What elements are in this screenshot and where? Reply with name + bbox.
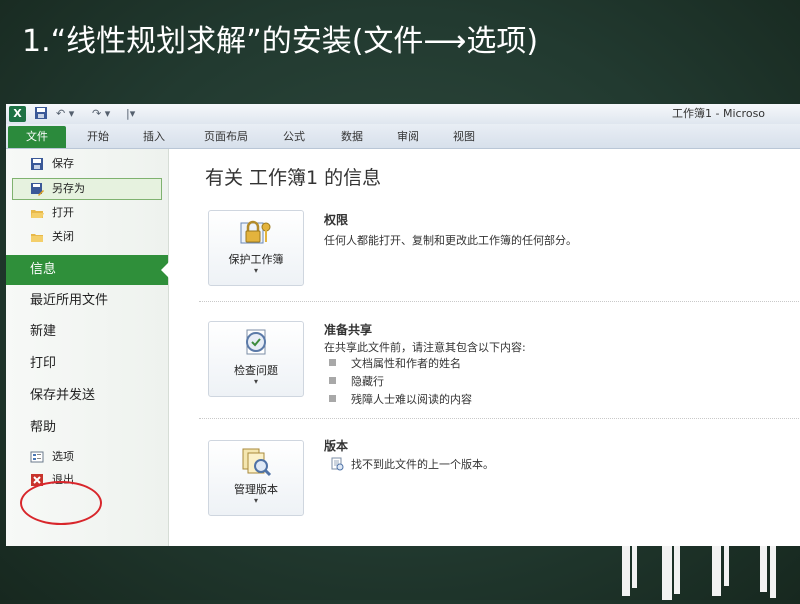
sidebar-item-label: 最近所用文件: [30, 293, 109, 308]
bullet-icon: [329, 359, 336, 366]
sidebar-item-label: 新建: [30, 324, 57, 339]
manage-versions-button[interactable]: 管理版本 ▾: [208, 440, 304, 516]
sidebar-item-recent[interactable]: 最近所用文件: [6, 286, 168, 316]
ribbon-tabs: 文件 开始 插入 页面布局 公式 数据 审阅 视图: [6, 124, 800, 149]
sidebar-item-info[interactable]: 信息: [6, 255, 169, 285]
sidebar-item-options[interactable]: 选项: [12, 446, 160, 468]
check-issues-button[interactable]: 检查问题 ▾: [208, 321, 304, 397]
qat-save-icon[interactable]: [34, 106, 48, 122]
protect-workbook-label: 保护工作簿: [228, 253, 284, 266]
sidebar-item-label: 帮助: [30, 420, 57, 435]
chevron-down-icon: ▾: [253, 377, 258, 386]
tab-data[interactable]: 数据: [332, 127, 372, 147]
lock-key-icon: [239, 217, 273, 247]
versions-icon: [239, 447, 273, 477]
sidebar-item-label: 打印: [30, 356, 57, 371]
sidebar-item-label: 保存并发送: [30, 388, 96, 403]
section-text-permissions: 任何人都能打开、复制和更改此工作簿的任何部分。: [324, 234, 577, 247]
options-icon: [30, 450, 44, 464]
decorative-silhouettes: [0, 546, 800, 600]
tab-page-layout[interactable]: 页面布局: [192, 127, 260, 147]
save-icon: [30, 157, 44, 171]
tab-insert[interactable]: 插入: [134, 127, 174, 147]
version-file-icon: [330, 456, 344, 475]
section-heading-versions: 版本: [324, 439, 349, 453]
close-folder-icon: [30, 230, 44, 244]
chevron-down-icon: ▾: [253, 266, 258, 275]
excel-logo-icon: X: [9, 106, 26, 122]
inspect-document-icon: [239, 328, 273, 358]
tab-view[interactable]: 视图: [444, 127, 484, 147]
list-item: 残障人士难以阅读的内容: [351, 393, 472, 406]
bullet-icon: [329, 377, 336, 384]
undo-icon[interactable]: ↶ ▾: [56, 106, 74, 122]
section-heading-prepare-sharing: 准备共享: [324, 323, 373, 337]
sidebar-item-label: 选项: [52, 450, 74, 463]
tab-file[interactable]: 文件: [8, 126, 66, 148]
sidebar-item-label: 信息: [30, 262, 57, 277]
qat-customize-icon[interactable]: |▾: [126, 106, 135, 122]
check-issues-label: 检查问题: [234, 364, 278, 377]
highlight-circle: [20, 481, 102, 525]
open-folder-icon: [30, 206, 44, 220]
bullet-icon: [329, 395, 336, 402]
sidebar-item-label: 打开: [52, 206, 74, 219]
tab-review[interactable]: 审阅: [388, 127, 428, 147]
tab-home[interactable]: 开始: [78, 127, 118, 147]
sidebar-item-save-send[interactable]: 保存并发送: [6, 381, 168, 411]
manage-versions-label: 管理版本: [234, 483, 278, 496]
slide-title: 1.“线性规划求解”的安装(文件⟶选项): [22, 24, 539, 59]
divider: [199, 418, 799, 419]
list-item: 文档属性和作者的姓名: [351, 357, 461, 370]
sidebar-item-save[interactable]: 保存: [12, 153, 160, 175]
sidebar-item-label: 关闭: [52, 230, 74, 243]
sidebar-item-label: 保存: [52, 157, 74, 170]
section-heading-permissions: 权限: [324, 213, 349, 227]
divider: [199, 301, 799, 302]
title-bar: X ↶ ▾ ↷ ▾ |▾ 工作簿1 - Microso: [6, 104, 800, 124]
excel-screenshot: X ↶ ▾ ↷ ▾ |▾ 工作簿1 - Microso 文件 开始 插入 页面布…: [6, 104, 800, 546]
sidebar-item-help[interactable]: 帮助: [6, 413, 168, 443]
section-text-versions: 找不到此文件的上一个版本。: [351, 458, 494, 471]
sidebar-item-new[interactable]: 新建: [6, 317, 168, 347]
protect-workbook-button[interactable]: 保护工作簿 ▾: [208, 210, 304, 286]
info-pane: 有关 工作簿1 的信息 保护工作簿 ▾ 权限 任何人都能打开、复制和更改此工作簿…: [169, 149, 800, 546]
tab-formulas[interactable]: 公式: [274, 127, 314, 147]
sidebar-item-print[interactable]: 打印: [6, 349, 168, 379]
page-title: 有关 工作簿1 的信息: [205, 167, 382, 189]
section-text-prepare-sharing: 在共享此文件前，请注意其包含以下内容:: [324, 341, 526, 354]
window-title: 工作簿1 - Microso: [672, 107, 766, 120]
chevron-down-icon: ▾: [253, 496, 258, 505]
backstage-sidebar: 保存 另存为 打开 关闭 信息 最近所用文件 新建 打印 保存并发送 帮助 选项…: [6, 149, 169, 546]
sidebar-item-close[interactable]: 关闭: [12, 226, 160, 248]
save-as-icon: [30, 182, 44, 196]
list-item: 隐藏行: [351, 375, 384, 388]
sidebar-item-open[interactable]: 打开: [12, 202, 160, 224]
redo-icon[interactable]: ↷ ▾: [92, 106, 110, 122]
sidebar-item-save-as[interactable]: 另存为: [12, 178, 162, 200]
sidebar-item-label: 另存为: [52, 182, 85, 195]
